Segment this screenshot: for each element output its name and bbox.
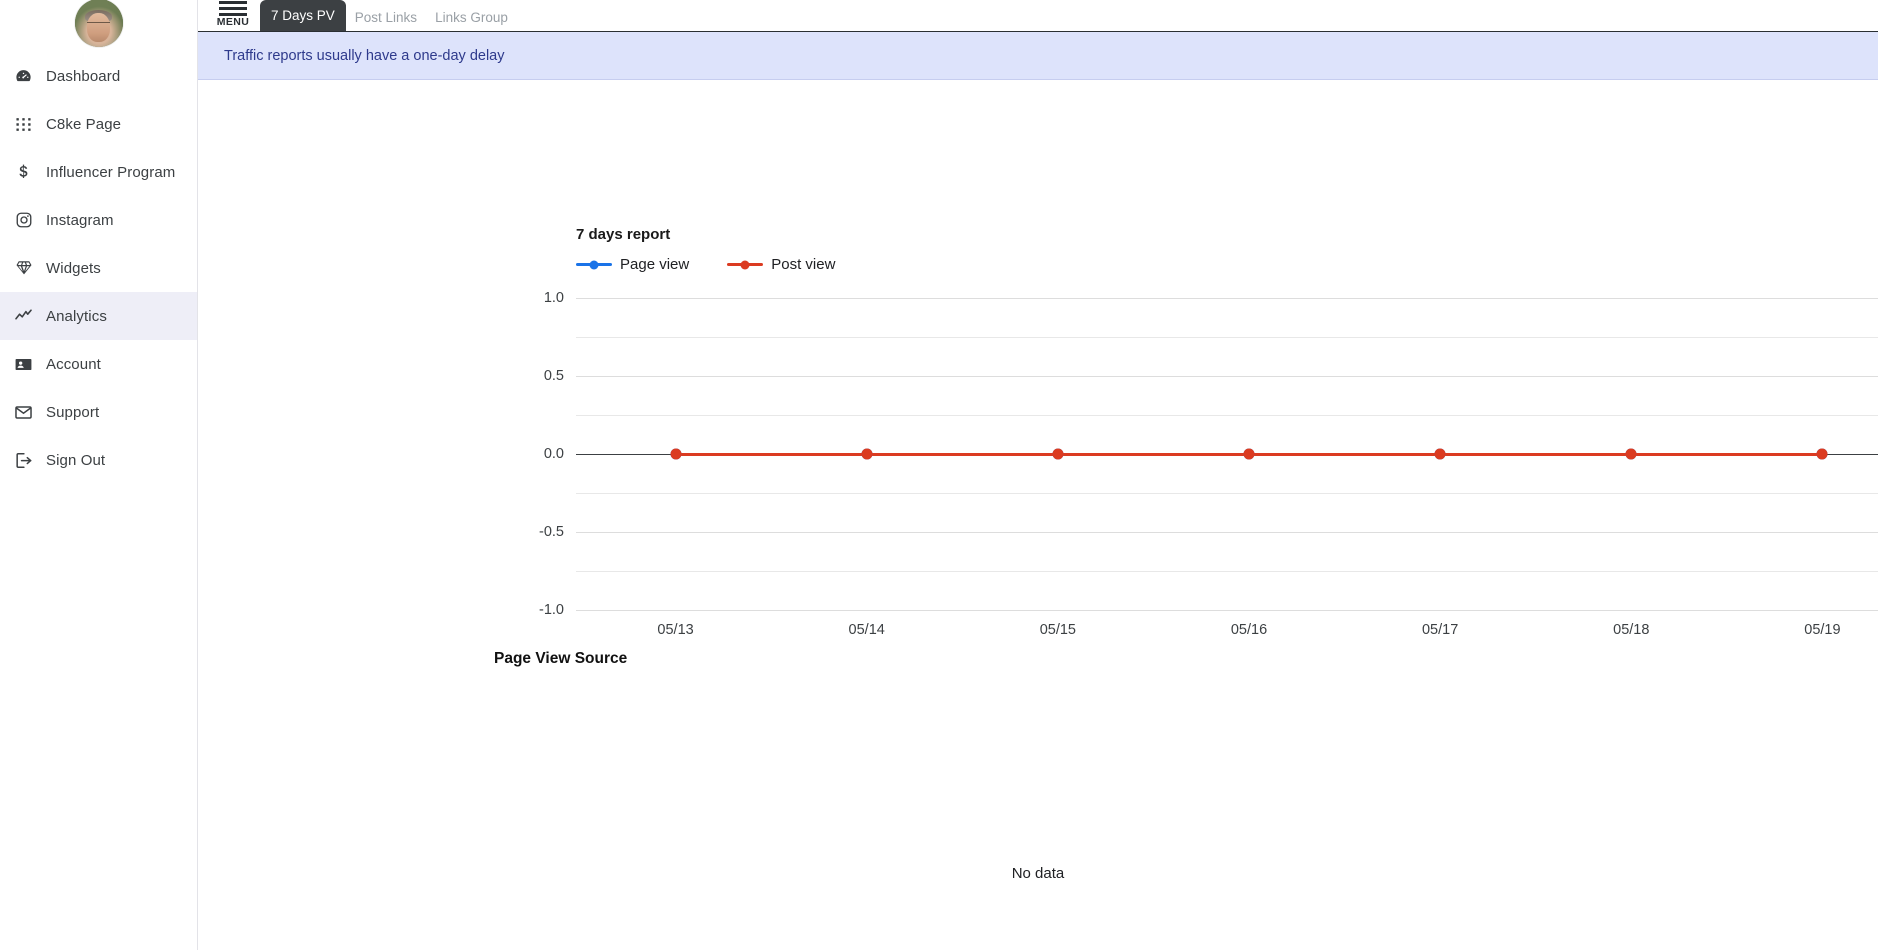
chart-data-point[interactable] <box>1816 448 1828 460</box>
envelope-icon <box>14 403 33 422</box>
chart-major-gridline <box>576 376 1878 377</box>
chart-plot-area: 1.0 0.5 0.0 -0.5 -1.0 05/13 05/14 05/15 05/16 05/… <box>539 290 1878 638</box>
sidebar-item-label: Instagram <box>46 211 114 229</box>
tab-7-days-pv[interactable]: 7 Days PV <box>260 0 346 31</box>
legend-item-page-view[interactable]: Page view <box>576 256 689 273</box>
chart-line-segment-post-view <box>1057 452 1249 456</box>
chart-major-gridline <box>576 298 1878 299</box>
chart-line-segment-post-view <box>1440 452 1632 456</box>
main-content: MENU 7 Days PV Post Links Links Group Traf… <box>198 0 1878 950</box>
chart-data-point[interactable] <box>1243 448 1255 460</box>
chart-major-gridline <box>576 610 1878 611</box>
y-axis-tick-label: -0.5 <box>539 524 564 540</box>
legend-item-post-view[interactable]: Post view <box>727 256 835 273</box>
menu-label: MENU <box>216 16 250 28</box>
chart-data-point[interactable] <box>1434 448 1446 460</box>
sidebar-item-label: Support <box>46 403 100 421</box>
chart-title: 7 days report <box>576 226 671 243</box>
sidebar: Dashboard C8ke Page Influencer Program Inst… <box>0 0 198 950</box>
x-axis-tick-label: 05/13 <box>657 622 694 638</box>
top-bar: MENU 7 Days PV Post Links Links Group <box>198 0 1878 32</box>
x-axis-tick-label: 05/18 <box>1613 622 1650 638</box>
chart-data-point[interactable] <box>861 448 873 460</box>
sidebar-item-analytics[interactable]: Analytics <box>0 292 197 340</box>
delay-notice-text: Traffic reports usually have a one-day d… <box>224 47 505 64</box>
dollar-icon <box>14 163 33 182</box>
sidebar-item-dashboard[interactable]: Dashboard <box>0 52 197 100</box>
contact-card-icon <box>14 355 33 374</box>
chart-block: 7 days report Page view Post view 1.0 0.5 0… <box>198 80 1878 638</box>
chart-line-segment-post-view <box>1249 452 1441 456</box>
legend-swatch-icon <box>576 258 612 272</box>
x-axis-tick-label: 05/15 <box>1039 622 1076 638</box>
app-root: Dashboard C8ke Page Influencer Program Inst… <box>0 0 1878 950</box>
chart-line-segment-post-view <box>866 452 1058 456</box>
grid-apps-icon <box>14 115 33 134</box>
x-axis-tick-label: 05/14 <box>848 622 885 638</box>
legend-label: Post view <box>771 256 836 273</box>
legend-label: Page view <box>620 256 690 273</box>
sidebar-item-label: Dashboard <box>46 67 121 85</box>
sidebar-item-influencer-program[interactable]: Influencer Program <box>0 148 197 196</box>
chart-minor-gridline <box>576 337 1878 338</box>
chart-minor-gridline <box>576 493 1878 494</box>
sidebar-item-account[interactable]: Account <box>0 340 197 388</box>
sidebar-item-instagram[interactable]: Instagram <box>0 196 197 244</box>
sidebar-item-label: Widgets <box>46 259 101 277</box>
chart-minor-gridline <box>576 415 1878 416</box>
instagram-icon <box>14 211 33 230</box>
x-axis-tick-label: 05/19 <box>1804 622 1841 638</box>
sidebar-item-support[interactable]: Support <box>0 388 197 436</box>
sidebar-nav: Dashboard C8ke Page Influencer Program Inst… <box>0 52 197 484</box>
tab-bar: 7 Days PV Post Links Links Group <box>260 0 517 31</box>
tab-post-links[interactable]: Post Links <box>346 5 426 31</box>
y-axis-tick-label: -1.0 <box>539 602 564 618</box>
chart-data-point[interactable] <box>1052 448 1064 460</box>
avatar-container[interactable] <box>0 0 197 52</box>
chart-data-point[interactable] <box>670 448 682 460</box>
legend-swatch-icon <box>727 258 764 272</box>
chart-data-point[interactable] <box>1625 448 1637 460</box>
chart-major-gridline <box>576 532 1878 533</box>
dashboard-icon <box>14 67 33 86</box>
diamond-icon <box>14 259 33 278</box>
chart-line-segment-post-view <box>1631 452 1823 456</box>
y-axis-tick-label: 1.0 <box>543 290 564 306</box>
sidebar-item-label: Account <box>46 355 101 373</box>
trend-line-icon <box>14 307 33 326</box>
y-axis-tick-label: 0.0 <box>543 446 564 462</box>
sidebar-item-label: Analytics <box>46 307 107 325</box>
page-view-source-title: Page View Source <box>494 650 628 667</box>
sidebar-item-label: C8ke Page <box>46 115 122 133</box>
sidebar-item-label: Influencer Program <box>46 163 176 181</box>
chart-legend: Page view Post view <box>576 256 835 273</box>
sidebar-item-label: Sign Out <box>46 451 106 469</box>
tab-links-group[interactable]: Links Group <box>426 5 517 31</box>
x-axis-tick-label: 05/16 <box>1230 622 1268 638</box>
y-axis-tick-label: 0.5 <box>543 368 564 384</box>
sidebar-item-sign-out[interactable]: Sign Out <box>0 436 197 484</box>
menu-hamburger-icon[interactable]: MENU <box>212 0 254 31</box>
chart-line-segment-post-view <box>675 452 867 456</box>
user-avatar[interactable] <box>74 0 123 47</box>
sidebar-item-widgets[interactable]: Widgets <box>0 244 197 292</box>
delay-notice-banner: Traffic reports usually have a one-day d… <box>198 32 1878 80</box>
page-view-source-empty-state: No data <box>1011 865 1065 882</box>
x-axis-tick-label: 05/17 <box>1421 622 1459 638</box>
chart-minor-gridline <box>576 571 1878 572</box>
sidebar-item-c8ke-page[interactable]: C8ke Page <box>0 100 197 148</box>
sign-out-icon <box>14 451 33 470</box>
